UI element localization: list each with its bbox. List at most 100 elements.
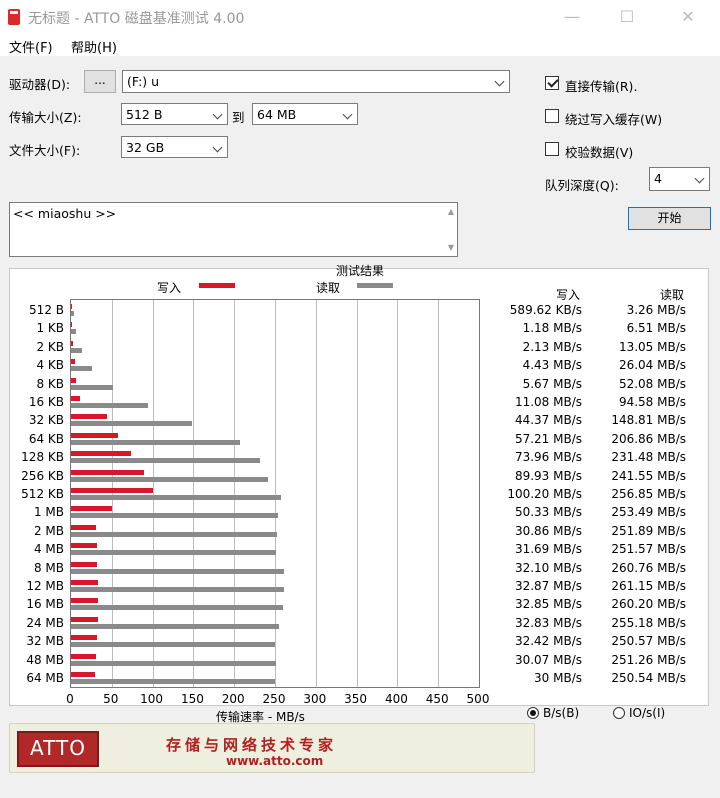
scroll-up-icon[interactable]: ▲ — [448, 207, 454, 216]
transfer-size-label: 256 KB — [21, 468, 64, 483]
x-tick-label: 200 — [221, 692, 245, 706]
write-bar — [71, 598, 98, 604]
read-value: 250.57 MB/s — [611, 634, 686, 649]
write-value: 1.18 MB/s — [522, 321, 582, 336]
grid-line — [193, 300, 195, 687]
to-label: 到 — [232, 110, 245, 125]
write-bar — [71, 359, 75, 365]
read-value: 231.48 MB/s — [611, 450, 686, 465]
browse-button[interactable]: ... — [84, 70, 116, 93]
grid-line — [111, 300, 113, 687]
bypass-cache-label[interactable]: 绕过写入缓存(W) — [565, 109, 662, 128]
io-per-sec-label[interactable]: IO/s(I) — [629, 706, 665, 720]
read-value: 94.58 MB/s — [618, 395, 686, 409]
x-tick-label: 250 — [262, 692, 286, 706]
read-bar — [71, 660, 277, 666]
read-bar — [71, 366, 93, 372]
transfer-size-label: 4 MB — [33, 542, 64, 557]
legend-read-swatch — [357, 283, 393, 288]
x-tick-label: 450 — [425, 692, 449, 706]
grid-line — [275, 300, 276, 687]
read-value: 6.51 MB/s — [626, 321, 686, 336]
transfer-size-label: 8 MB — [33, 560, 64, 575]
banner-url[interactable]: www.atto.com — [226, 754, 323, 768]
write-bar — [71, 616, 98, 622]
read-bar — [71, 476, 269, 482]
read-value: 253.49 MB/s — [611, 505, 686, 520]
read-bar — [71, 531, 277, 537]
read-value: 148.81 MB/s — [611, 413, 686, 428]
x-tick-label: 50 — [103, 692, 119, 706]
write-bar — [71, 414, 108, 420]
minimize-button[interactable]: — — [552, 4, 592, 30]
transfer-size-label: 32 MB — [26, 634, 64, 649]
maximize-button[interactable]: ☐ — [607, 4, 647, 30]
verify-label[interactable]: 校验数据(V) — [565, 142, 633, 161]
transfer-size-label: 16 MB — [26, 597, 64, 612]
direct-io-checkbox[interactable] — [545, 76, 559, 90]
write-value: 32.85 MB/s — [514, 597, 582, 612]
read-value: 260.20 MB/s — [611, 597, 686, 612]
transfer-size-label: 24 MB — [26, 615, 64, 630]
column-header-read: 读取 — [660, 288, 685, 302]
legend-read-label: 读取 — [316, 281, 341, 295]
close-button[interactable]: ✕ — [668, 4, 708, 30]
read-value: 261.15 MB/s — [611, 579, 686, 593]
menu-help[interactable]: 帮助(H) — [71, 37, 117, 56]
write-bar — [71, 635, 98, 641]
queue-depth-label: 队列深度(Q): — [545, 178, 619, 193]
read-value: 260.76 MB/s — [611, 560, 686, 575]
write-bar — [71, 340, 73, 346]
write-value: 5.67 MB/s — [522, 376, 582, 391]
io-per-sec-radio[interactable] — [613, 707, 625, 719]
direct-io-label[interactable]: 直接传输(R). — [565, 76, 637, 95]
write-value: 30.86 MB/s — [514, 523, 582, 538]
read-value: 26.04 MB/s — [618, 358, 686, 373]
app-icon — [8, 9, 20, 25]
description-text: << miaoshu >> — [13, 206, 117, 221]
write-value: 2.13 MB/s — [522, 339, 582, 354]
read-value: 256.85 MB/s — [611, 487, 686, 501]
read-value: 52.08 MB/s — [618, 376, 686, 391]
start-button[interactable]: 开始 — [628, 207, 711, 230]
transfer-size-label: 512 B — [29, 303, 64, 317]
scroll-down-icon[interactable]: ▼ — [448, 243, 454, 252]
transfer-size-label: 128 KB — [21, 450, 64, 465]
verify-checkbox[interactable] — [545, 142, 559, 156]
read-bar — [71, 458, 260, 464]
file-size-label: 文件大小(F): — [9, 143, 81, 158]
grid-line — [356, 300, 358, 687]
write-bar — [71, 580, 98, 585]
x-tick-label: 350 — [344, 692, 368, 706]
queue-depth-select[interactable]: 4 — [649, 167, 710, 191]
transfer-from-select[interactable]: 512 B — [121, 103, 228, 125]
file-size-value: 32 GB — [126, 140, 165, 155]
transfer-size-label: 48 MB — [26, 652, 64, 667]
legend-write-label: 写入 — [157, 281, 182, 295]
transfer-size-label: 4 KB — [36, 358, 64, 373]
read-value: 241.55 MB/s — [611, 468, 686, 483]
bytes-per-sec-label[interactable]: B/s(B) — [543, 706, 579, 720]
read-value: 206.86 MB/s — [611, 431, 686, 446]
write-value: 32.10 MB/s — [514, 560, 582, 575]
description-textarea[interactable]: << miaoshu >> ▲ ▼ — [9, 202, 458, 257]
write-bar — [71, 561, 98, 567]
chevron-down-icon — [212, 109, 223, 120]
bypass-cache-checkbox[interactable] — [545, 109, 559, 123]
drive-select[interactable]: (F:) u — [122, 70, 510, 93]
menu-file[interactable]: 文件(F) — [9, 37, 53, 56]
write-bar — [71, 451, 132, 457]
window-title: 无标题 - ATTO 磁盘基准测试 4.00 — [28, 11, 245, 27]
write-value: 30.07 MB/s — [514, 652, 582, 667]
file-size-select[interactable]: 32 GB — [121, 136, 228, 158]
transfer-size-label: 1 KB — [36, 321, 64, 336]
chevron-down-icon — [494, 76, 505, 87]
write-bar — [71, 653, 96, 659]
drive-label: 驱动器(D): — [9, 77, 71, 92]
bytes-per-sec-radio[interactable] — [527, 707, 539, 719]
transfer-size-label: 1 MB — [33, 505, 64, 520]
transfer-to-select[interactable]: 64 MB — [252, 103, 358, 125]
write-value: 73.96 MB/s — [514, 450, 582, 465]
transfer-size-label: 32 KB — [28, 413, 64, 428]
write-value: 32.42 MB/s — [514, 634, 582, 649]
